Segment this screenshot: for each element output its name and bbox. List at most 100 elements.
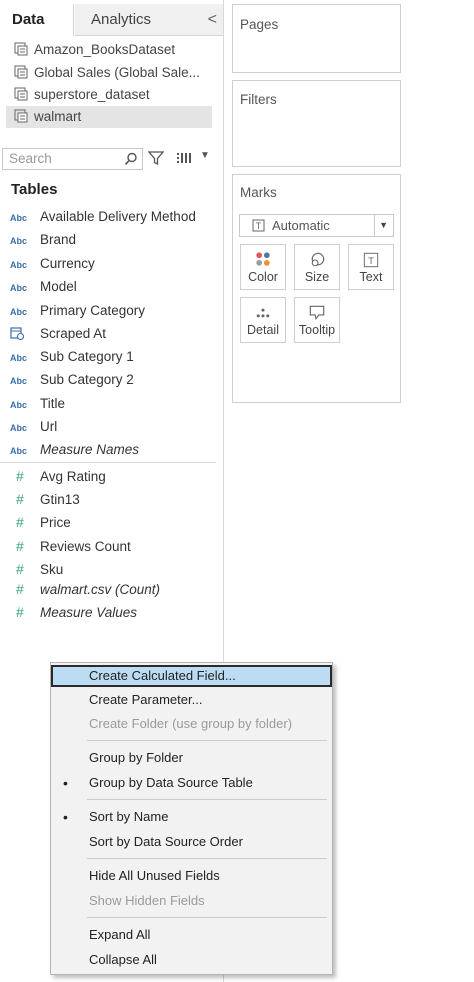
- text-button[interactable]: T Text: [348, 244, 394, 290]
- search-icon[interactable]: [124, 152, 138, 166]
- tab-data[interactable]: Data: [0, 4, 74, 36]
- size-button[interactable]: Size: [294, 244, 340, 290]
- field-item[interactable]: Abc Title: [10, 393, 65, 415]
- menu-separator: [87, 917, 327, 918]
- field-label: Price: [40, 515, 71, 530]
- menu-item-hide-all-unused-fields[interactable]: Hide All Unused Fields: [51, 865, 332, 887]
- datasource-label: Global Sales (Global Sale...: [34, 65, 200, 80]
- menu-item-sort-by-name[interactable]: • Sort by Name: [51, 806, 332, 828]
- datasource-item[interactable]: Global Sales (Global Sale...: [6, 62, 212, 84]
- field-item[interactable]: Abc Available Delivery Method: [10, 206, 196, 228]
- menu-item-expand-all[interactable]: Expand All: [51, 924, 332, 946]
- field-item[interactable]: Abc Model: [10, 276, 77, 298]
- menu-separator: [87, 740, 327, 741]
- number-type-icon: #: [16, 514, 24, 530]
- menu-item-group-by-data-source-table[interactable]: • Group by Data Source Table: [51, 772, 332, 794]
- datasource-icon: [14, 109, 28, 123]
- datasource-item-selected[interactable]: walmart: [6, 106, 212, 128]
- field-item[interactable]: Abc Sub Category 2: [10, 369, 134, 391]
- context-menu: Create Calculated Field... Create Parame…: [50, 662, 333, 975]
- number-type-icon: #: [16, 491, 24, 507]
- string-type-icon: Abc: [10, 213, 28, 223]
- field-label: Measure Names: [40, 442, 140, 457]
- tab-analytics-label: Analytics: [91, 11, 152, 28]
- marks-title: Marks: [240, 185, 277, 200]
- string-type-icon: Abc: [10, 307, 28, 317]
- color-button[interactable]: Color: [240, 244, 286, 290]
- field-label: Currency: [40, 256, 95, 271]
- menu-item-sort-by-data-source-order[interactable]: Sort by Data Source Order: [51, 831, 332, 853]
- field-label: walmart.csv (Count): [40, 582, 161, 597]
- check-bullet-icon: •: [63, 809, 68, 825]
- chevron-down-icon[interactable]: ▼: [200, 150, 210, 161]
- field-item[interactable]: Abc Sub Category 1: [10, 346, 134, 368]
- datasource-icon: [14, 42, 28, 56]
- number-type-icon: #: [16, 561, 24, 577]
- tooltip-label: Tooltip: [298, 323, 336, 337]
- menu-item-create-folder: Create Folder (use group by folder): [89, 716, 293, 731]
- field-label: Avg Rating: [40, 469, 106, 484]
- datasource-item[interactable]: Amazon_BooksDataset: [6, 39, 212, 61]
- string-type-icon: Abc: [10, 353, 28, 363]
- field-item[interactable]: Scraped At: [10, 323, 106, 345]
- field-item[interactable]: # Price: [10, 511, 71, 533]
- field-item[interactable]: # Avg Rating: [10, 465, 106, 487]
- check-bullet-icon: •: [63, 775, 68, 791]
- field-label: Model: [40, 279, 77, 294]
- filters-title: Filters: [240, 92, 277, 107]
- detail-button[interactable]: Detail: [240, 297, 286, 343]
- string-type-icon: Abc: [10, 423, 28, 433]
- field-item[interactable]: # Measure Values: [10, 601, 137, 623]
- filters-card[interactable]: Filters: [232, 80, 401, 167]
- datasource-label: Amazon_BooksDataset: [34, 42, 176, 57]
- datasource-label: walmart: [34, 109, 82, 124]
- field-label: Sub Category 2: [40, 372, 134, 387]
- menu-item-collapse-all[interactable]: Collapse All: [51, 949, 332, 971]
- field-label: Sku: [40, 562, 64, 577]
- field-item[interactable]: # walmart.csv (Count): [10, 578, 160, 600]
- field-label: Primary Category: [40, 303, 146, 318]
- field-item[interactable]: # Gtin13: [10, 488, 80, 510]
- field-item[interactable]: Abc Measure Names: [10, 439, 139, 461]
- string-type-icon: Abc: [10, 283, 28, 293]
- collapse-pane-icon[interactable]: <: [208, 4, 217, 36]
- size-icon: [311, 252, 325, 267]
- size-label: Size: [304, 270, 330, 284]
- detail-icon: [256, 308, 270, 318]
- string-type-icon: Abc: [10, 446, 28, 456]
- chevron-down-icon: ▼: [379, 220, 388, 230]
- tab-analytics[interactable]: Analytics <: [75, 4, 223, 36]
- search-input[interactable]: Search: [2, 148, 143, 170]
- menu-item-group-by-folder[interactable]: Group by Folder: [51, 747, 332, 769]
- field-label: Measure Values: [40, 605, 138, 620]
- field-item[interactable]: Abc Brand: [10, 229, 76, 251]
- menu-item-create-calculated-field[interactable]: Create Calculated Field...: [51, 665, 332, 687]
- datasource-label: superstore_dataset: [34, 87, 150, 102]
- field-label: Available Delivery Method: [40, 209, 196, 224]
- field-item[interactable]: Abc Url: [10, 416, 57, 438]
- list-view-icon[interactable]: [176, 152, 192, 166]
- mark-type-select[interactable]: T Automatic ▼: [239, 214, 394, 237]
- field-item[interactable]: Abc Primary Category: [10, 300, 145, 322]
- datasource-icon: [14, 87, 28, 101]
- datasource-icon: [14, 65, 28, 79]
- field-item[interactable]: # Reviews Count: [10, 535, 131, 557]
- datasource-item[interactable]: superstore_dataset: [6, 84, 212, 106]
- string-type-icon: Abc: [10, 260, 28, 270]
- tables-heading: Tables: [11, 181, 58, 198]
- field-item[interactable]: Abc Currency: [10, 253, 95, 275]
- svg-text:T: T: [368, 256, 374, 267]
- number-type-icon: #: [16, 468, 24, 484]
- color-icon: [256, 252, 270, 266]
- filter-icon[interactable]: [148, 150, 164, 166]
- field-item[interactable]: # Sku: [10, 558, 63, 580]
- tooltip-button[interactable]: Tooltip: [294, 297, 340, 343]
- dimensions-measures-divider: [0, 462, 216, 463]
- field-label: Reviews Count: [40, 539, 131, 554]
- field-label: Title: [40, 396, 66, 411]
- mark-type-value: Automatic: [272, 218, 330, 233]
- pages-card[interactable]: Pages: [232, 4, 401, 73]
- number-type-icon: #: [16, 538, 24, 554]
- menu-item-create-parameter[interactable]: Create Parameter...: [51, 689, 332, 711]
- pages-title: Pages: [240, 17, 279, 32]
